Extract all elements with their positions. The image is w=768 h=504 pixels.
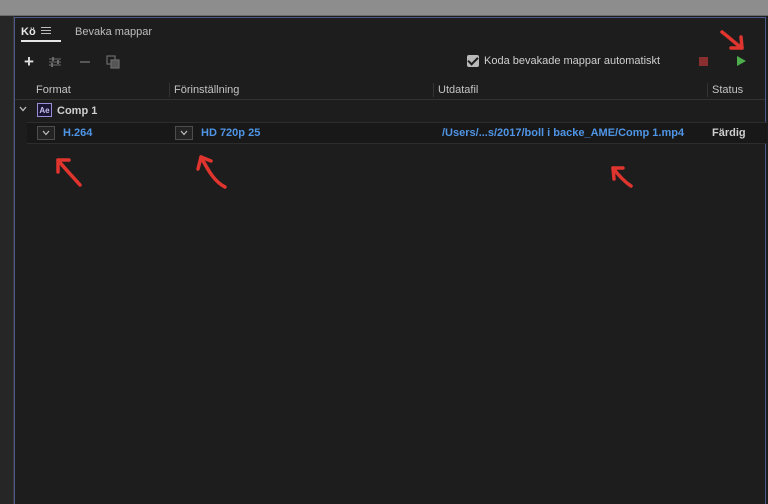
stop-icon[interactable] bbox=[699, 57, 708, 66]
column-header-output[interactable]: Utdatafil bbox=[438, 84, 478, 96]
column-header-preset[interactable]: Förinställning bbox=[174, 84, 239, 96]
table-row[interactable]: H.264 HD 720p 25 /Users/...s/2017/boll i… bbox=[27, 122, 767, 144]
preset-value[interactable]: HD 720p 25 bbox=[201, 127, 260, 139]
chevron-down-icon bbox=[42, 130, 50, 136]
duplicate-icon[interactable] bbox=[105, 54, 121, 70]
column-divider[interactable] bbox=[169, 83, 170, 97]
annotation-arrow-icon bbox=[611, 166, 633, 188]
auto-encode-checkbox[interactable] bbox=[467, 55, 479, 67]
tab-queue[interactable]: Kö bbox=[21, 26, 36, 38]
active-tab-indicator bbox=[21, 40, 61, 42]
annotation-arrow-icon bbox=[720, 30, 744, 50]
auto-encode-label: Koda bevakade mappar automatiskt bbox=[484, 55, 661, 67]
queue-table-header: Format Förinställning Utdatafil Status bbox=[15, 80, 765, 100]
auto-encode-toggle[interactable]: Koda bevakade mappar automatiskt bbox=[467, 55, 660, 67]
column-divider[interactable] bbox=[433, 83, 434, 97]
format-dropdown[interactable] bbox=[37, 126, 55, 140]
remove-icon[interactable] bbox=[77, 54, 93, 70]
group-title: Comp 1 bbox=[57, 105, 98, 117]
chevron-down-icon bbox=[180, 130, 188, 136]
column-header-status[interactable]: Status bbox=[712, 84, 743, 96]
annotation-arrow-icon bbox=[56, 158, 82, 187]
status-value: Färdig bbox=[712, 127, 746, 139]
left-dock-panel bbox=[0, 16, 14, 504]
column-divider[interactable] bbox=[707, 83, 708, 97]
after-effects-icon: Ae bbox=[37, 103, 52, 117]
chevron-down-icon[interactable] bbox=[19, 105, 27, 113]
top-window-strip bbox=[0, 0, 768, 16]
column-header-format[interactable]: Format bbox=[36, 84, 71, 96]
settings-icon[interactable] bbox=[47, 54, 63, 70]
preset-dropdown[interactable] bbox=[175, 126, 193, 140]
panel-tabs: Kö Bevaka mappar bbox=[15, 18, 765, 46]
output-file-link[interactable]: /Users/...s/2017/boll i backe_AME/Comp 1… bbox=[442, 127, 684, 139]
queue-panel: Kö Bevaka mappar + Koda bevakade mappar … bbox=[14, 17, 767, 504]
format-value[interactable]: H.264 bbox=[63, 127, 92, 139]
annotation-arrow-icon bbox=[196, 155, 227, 189]
menu-icon[interactable] bbox=[41, 27, 51, 36]
queue-group-row[interactable]: Ae Comp 1 bbox=[15, 101, 765, 121]
tab-watch-folders[interactable]: Bevaka mappar bbox=[75, 26, 152, 38]
add-icon[interactable]: + bbox=[21, 53, 37, 70]
toolbar: + Koda bevakade mappar automatiskt bbox=[15, 53, 765, 74]
